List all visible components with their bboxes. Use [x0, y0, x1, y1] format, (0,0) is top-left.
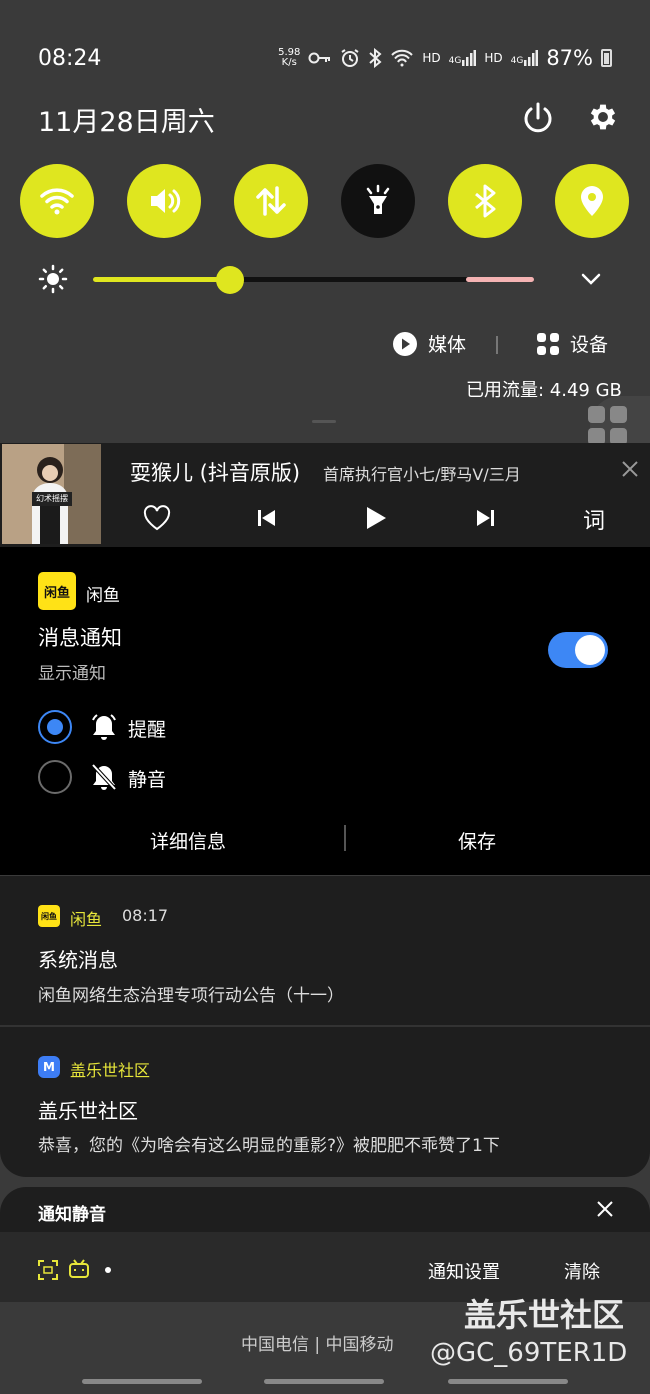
data-usage: 已用流量: 4.49 GB — [466, 380, 622, 401]
status-icons: 5.98 K/s HD 4G HD 4G 87% — [278, 46, 612, 70]
notification-body: 恭喜，您的《为啥会有这么明显的重影?》被肥肥不乖赞了1下 — [38, 1136, 500, 1156]
close-icon[interactable] — [596, 1200, 614, 1218]
switch-knob — [575, 635, 605, 665]
mobile-data-toggle[interactable] — [234, 164, 308, 238]
notification-app-name: 盖乐世社区 — [70, 1061, 151, 1080]
divider — [496, 336, 498, 354]
location-icon — [581, 186, 603, 216]
nav-pill-center[interactable] — [264, 1379, 384, 1384]
hd-label-2: HD — [484, 51, 503, 65]
channel-app-name: 闲鱼 — [86, 586, 120, 606]
network-type-1: 4G — [448, 56, 462, 66]
galaxy-community-icon: M — [38, 1056, 60, 1078]
notification-app-name: 闲鱼 — [70, 910, 103, 929]
channel-title: 消息通知 — [38, 626, 122, 650]
watermark-handle: @GC_69TER1D — [430, 1338, 628, 1368]
signal-4g-2: 4G — [511, 50, 539, 66]
device-label: 设备 — [570, 334, 609, 356]
channel-subtitle: 显示通知 — [38, 664, 106, 684]
media-output-button[interactable]: 媒体 — [392, 330, 466, 357]
alarm-icon — [341, 49, 359, 67]
lyrics-button[interactable]: 词 — [583, 503, 605, 535]
cover-banner: 幻术摇摆 — [32, 492, 72, 506]
flashlight-icon — [366, 184, 390, 214]
brightness-sun-icon — [38, 264, 68, 294]
clear-button[interactable]: 清除 — [564, 1258, 600, 1284]
button-divider — [344, 825, 346, 851]
notification-settings-button[interactable]: 通知设置 — [428, 1258, 500, 1284]
close-icon[interactable] — [620, 459, 640, 479]
mobile-data-icon — [256, 186, 286, 216]
bilibili-icon — [69, 1259, 89, 1278]
device-button[interactable]: 设备 — [536, 330, 608, 357]
notification-title: 系统消息 — [38, 948, 118, 972]
signal-icon — [462, 50, 477, 66]
notification-title: 盖乐世社区 — [38, 1099, 138, 1123]
play-circle-icon — [393, 331, 417, 356]
silent-radio[interactable] — [38, 760, 72, 794]
devices-grid-icon — [537, 332, 559, 355]
silent-section-title: 通知静音 — [38, 1205, 106, 1225]
brightness-extra-range — [466, 277, 534, 282]
wifi-status-icon — [391, 49, 414, 67]
speed-unit: K/s — [281, 57, 297, 68]
key-icon — [308, 52, 331, 64]
notification-toggle-switch[interactable] — [548, 632, 608, 668]
carrier-label: 中国电信 | 中国移动 — [241, 1335, 394, 1355]
apps-grid-icon — [588, 406, 627, 445]
notification-body: 闲鱼网络生态治理专项行动公告（十一） — [38, 986, 344, 1006]
network-type-2: 4G — [510, 56, 524, 66]
nav-pill-right[interactable] — [448, 1379, 568, 1384]
battery-icon — [601, 49, 612, 67]
nav-pill-left[interactable] — [82, 1379, 202, 1384]
play-icon[interactable] — [360, 503, 390, 533]
media-label: 媒体 — [428, 334, 467, 356]
status-time: 08:24 — [38, 46, 102, 71]
chevron-down-icon[interactable] — [580, 270, 602, 288]
song-artist: 首席执行官小七/野马V/三月 — [323, 465, 521, 484]
alert-label[interactable]: 提醒 — [128, 715, 166, 742]
brightness-thumb[interactable] — [216, 266, 244, 294]
xianyu-small-icon: 闲鱼 — [38, 905, 60, 927]
more-notifications-dot — [105, 1267, 111, 1273]
xianyu-app-icon: 闲鱼 — [38, 572, 76, 610]
date-label: 11月28日周六 — [38, 107, 215, 138]
panel-drag-handle[interactable] — [312, 420, 336, 423]
network-speed: 5.98 K/s — [278, 48, 300, 68]
signal-4g-1: 4G — [449, 50, 477, 66]
next-track-icon[interactable] — [470, 503, 500, 533]
details-button[interactable]: 详细信息 — [150, 827, 226, 854]
watermark-title: 盖乐世社区 — [464, 1296, 625, 1334]
wifi-icon — [40, 188, 74, 215]
silent-label[interactable]: 静音 — [128, 765, 166, 792]
wifi-toggle[interactable] — [20, 164, 94, 238]
alert-radio[interactable] — [38, 710, 72, 744]
battery-level: 87% — [546, 46, 593, 70]
location-toggle[interactable] — [555, 164, 629, 238]
bluetooth-icon — [475, 184, 496, 218]
song-title: 耍猴儿 (抖音原版) — [130, 461, 301, 485]
save-button[interactable]: 保存 — [458, 827, 496, 854]
settings-gear-icon[interactable] — [586, 100, 620, 134]
sound-toggle[interactable] — [127, 164, 201, 238]
previous-track-icon[interactable] — [252, 503, 282, 533]
sound-icon — [151, 189, 181, 213]
brightness-fill — [93, 277, 230, 282]
album-cover: 幻术摇摆 — [2, 444, 101, 544]
hd-label-1: HD — [422, 51, 441, 65]
flashlight-toggle[interactable] — [341, 164, 415, 238]
power-icon[interactable] — [520, 100, 556, 136]
screen-capture-icon — [38, 1260, 58, 1280]
bell-icon — [92, 714, 116, 740]
notification-time: 08:17 — [122, 906, 169, 925]
heart-icon[interactable] — [142, 503, 172, 533]
bell-off-icon — [91, 763, 117, 791]
signal-icon — [524, 50, 539, 66]
bluetooth-status-icon — [369, 48, 382, 68]
bluetooth-toggle[interactable] — [448, 164, 522, 238]
